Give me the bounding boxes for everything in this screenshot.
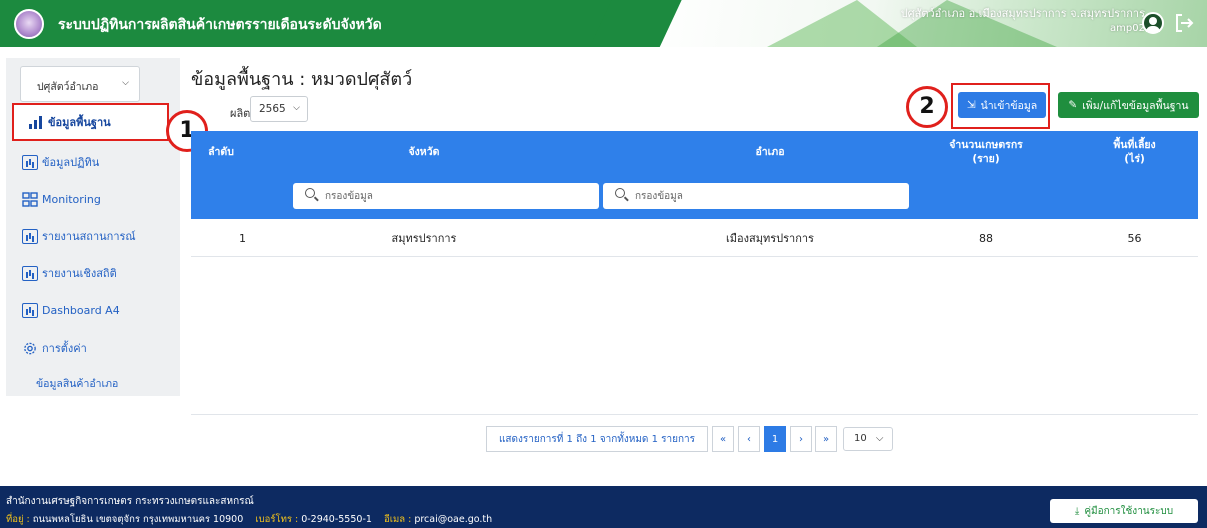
grid-icon xyxy=(22,191,38,207)
user-manual-button[interactable]: ⤓ คู่มือการใช้งานระบบ xyxy=(1050,499,1198,523)
sidebar-item-label: ข้อมูลพื้นฐาน xyxy=(48,116,111,129)
sidebar-item-statistics-report[interactable]: รายงานเชิงสถิติ xyxy=(22,261,172,285)
footer-org: สำนักงานเศรษฐกิจการเกษตร กระทรวงเกษตรและ… xyxy=(6,496,254,507)
sidebar-item-basic-data[interactable]: ข้อมูลพื้นฐาน xyxy=(12,103,169,141)
report-icon xyxy=(22,228,38,244)
username: amp02 xyxy=(1110,23,1145,34)
pagination-last[interactable]: » xyxy=(815,426,837,452)
column-header-index[interactable]: ลำดับ xyxy=(191,131,251,173)
calendar-chart-icon xyxy=(22,154,38,170)
year-select-value: 2565 xyxy=(259,103,286,115)
footer-email-label: อีเมล : xyxy=(384,514,412,525)
cell-farmers: 88 xyxy=(979,231,993,245)
sidebar-item-settings[interactable]: การตั้งค่า xyxy=(22,336,172,360)
user-info: ปศุสัตว์อำเภอ อ.เมืองสมุทรปราการ จ.สมุทร… xyxy=(901,6,1145,36)
page-size-select[interactable]: 10 ⌵ xyxy=(843,427,893,451)
column-header-area-unit: (ไร่) xyxy=(1124,153,1145,165)
gear-icon xyxy=(24,342,36,354)
logout-icon[interactable] xyxy=(1173,12,1195,34)
pagination-info: แสดงรายการที่ 1 ถึง 1 จากทั้งหมด 1 รายกา… xyxy=(486,426,708,452)
sidebar-item-dashboard-a4[interactable]: Dashboard A4 xyxy=(22,298,172,322)
year-select[interactable]: 2565 ⌵ xyxy=(250,96,308,122)
role-dropdown[interactable]: ปศุสัตว์อำเภอ ⌵ xyxy=(20,66,140,102)
import-data-button[interactable]: ⇲ นำเข้าข้อมูล xyxy=(958,92,1046,118)
search-icon xyxy=(615,188,625,198)
sidebar-item-situation-report[interactable]: รายงานสถานการณ์ xyxy=(22,224,172,248)
chevron-down-icon: ⌵ xyxy=(293,103,300,113)
sidebar-item-label: Monitoring xyxy=(42,192,101,206)
pagination-next[interactable]: › xyxy=(790,426,812,452)
report-icon xyxy=(22,302,38,318)
column-header-farmers[interactable]: จำนวนเกษตรกร (ราย) xyxy=(921,131,1051,173)
province-filter-input[interactable]: กรองข้อมูล xyxy=(293,183,599,209)
page-size-value: 10 xyxy=(854,433,867,444)
column-header-province[interactable]: จังหวัด xyxy=(251,131,597,173)
cell-province: สมุทรปราการ xyxy=(391,232,457,245)
pagination-page-1[interactable]: 1 xyxy=(764,426,786,452)
footer-phone: 0-2940-5550-1 xyxy=(301,514,372,525)
column-header-farmers-unit: (ราย) xyxy=(972,153,1000,165)
footer-email[interactable]: prcai@oae.go.th xyxy=(414,514,492,525)
table-filter-row: กรองข้อมูล กรองข้อมูล xyxy=(191,173,1198,219)
user-icon[interactable] xyxy=(1142,12,1164,34)
year-label: ผลิต xyxy=(230,107,251,120)
footer: สำนักงานเศรษฐกิจการเกษตร กระทรวงเกษตรและ… xyxy=(0,486,1207,528)
footer-address: ถนนพหลโยธิน เขตจตุจักร กรุงเทพมหานคร 109… xyxy=(32,514,244,525)
role-dropdown-value: ปศุสัตว์อำเภอ xyxy=(37,81,99,93)
report-icon xyxy=(22,265,38,281)
filter-placeholder: กรองข้อมูล xyxy=(325,191,373,202)
user-manual-label: คู่มือการใช้งานระบบ xyxy=(1084,505,1174,517)
cell-area: 56 xyxy=(1127,231,1142,245)
district-filter-input[interactable]: กรองข้อมูล xyxy=(603,183,909,209)
column-header-area[interactable]: พื้นที่เลี้ยง (ไร่) xyxy=(1071,131,1198,173)
import-icon: ⇲ xyxy=(966,99,976,111)
user-role: ปศุสัตว์อำเภอ อ.เมืองสมุทรปราการ จ.สมุทร… xyxy=(900,7,1145,20)
cell-district: เมืองสมุทรปราการ xyxy=(726,232,814,245)
edit-button-label: เพิ่ม/แก้ไขข้อมูลพื้นฐาน xyxy=(1082,99,1189,112)
download-icon: ⤓ xyxy=(1074,505,1080,517)
divider xyxy=(191,414,1198,415)
sidebar-subitem-product-data[interactable]: ข้อมูลสินค้าอำเภอ xyxy=(36,375,118,392)
app-header: ระบบปฏิทินการผลิตสินค้าเกษตรรายเดือนระดั… xyxy=(0,0,1207,47)
sidebar-item-label: ข้อมูลปฏิทิน xyxy=(42,156,100,169)
edit-icon: ✎ xyxy=(1068,99,1078,111)
filter-placeholder: กรองข้อมูล xyxy=(635,191,683,202)
column-header-farmers-label: จำนวนเกษตรกร xyxy=(949,139,1023,151)
sidebar: ปศุสัตว์อำเภอ ⌵ ข้อมูลพื้นฐาน ข้อมูลปฏิท… xyxy=(6,58,180,396)
search-icon xyxy=(305,188,315,198)
chevron-down-icon: ⌵ xyxy=(875,433,884,444)
page-title: ข้อมูลพื้นฐาน : หมวดปศุสัตว์ xyxy=(191,69,413,90)
sidebar-item-label: รายงานสถานการณ์ xyxy=(42,230,136,243)
sidebar-item-label: การตั้งค่า xyxy=(42,342,87,355)
pagination-first[interactable]: « xyxy=(712,426,734,452)
footer-address-label: ที่อยู่ : xyxy=(6,514,30,525)
import-button-label: นำเข้าข้อมูล xyxy=(980,99,1038,112)
sidebar-item-monitoring[interactable]: Monitoring xyxy=(22,187,172,211)
sidebar-item-label: รายงานเชิงสถิติ xyxy=(42,267,117,280)
table-row[interactable]: 1 สมุทรปราการ เมืองสมุทรปราการ 88 56 xyxy=(191,219,1198,257)
footer-phone-label: เบอร์โทร : xyxy=(255,514,299,525)
bar-chart-icon xyxy=(29,115,42,129)
sidebar-item-label: Dashboard A4 xyxy=(42,303,120,317)
chevron-down-icon: ⌵ xyxy=(122,78,129,88)
column-header-district[interactable]: อำเภอ xyxy=(597,131,943,173)
table-header: ลำดับ จังหวัด อำเภอ จำนวนเกษตรกร (ราย) พ… xyxy=(191,131,1198,173)
pagination-prev[interactable]: ‹ xyxy=(738,426,760,452)
column-header-area-label: พื้นที่เลี้ยง xyxy=(1113,139,1156,151)
edit-basic-data-button[interactable]: ✎ เพิ่ม/แก้ไขข้อมูลพื้นฐาน xyxy=(1058,92,1199,118)
app-title: ระบบปฏิทินการผลิตสินค้าเกษตรรายเดือนระดั… xyxy=(58,17,382,33)
logo xyxy=(14,9,44,39)
footer-contact: ที่อยู่ : ถนนพหลโยธิน เขตจตุจักร กรุงเทพ… xyxy=(6,512,492,527)
annotation-badge-2: 2 xyxy=(906,86,948,128)
sidebar-item-calendar[interactable]: ข้อมูลปฏิทิน xyxy=(22,150,172,174)
